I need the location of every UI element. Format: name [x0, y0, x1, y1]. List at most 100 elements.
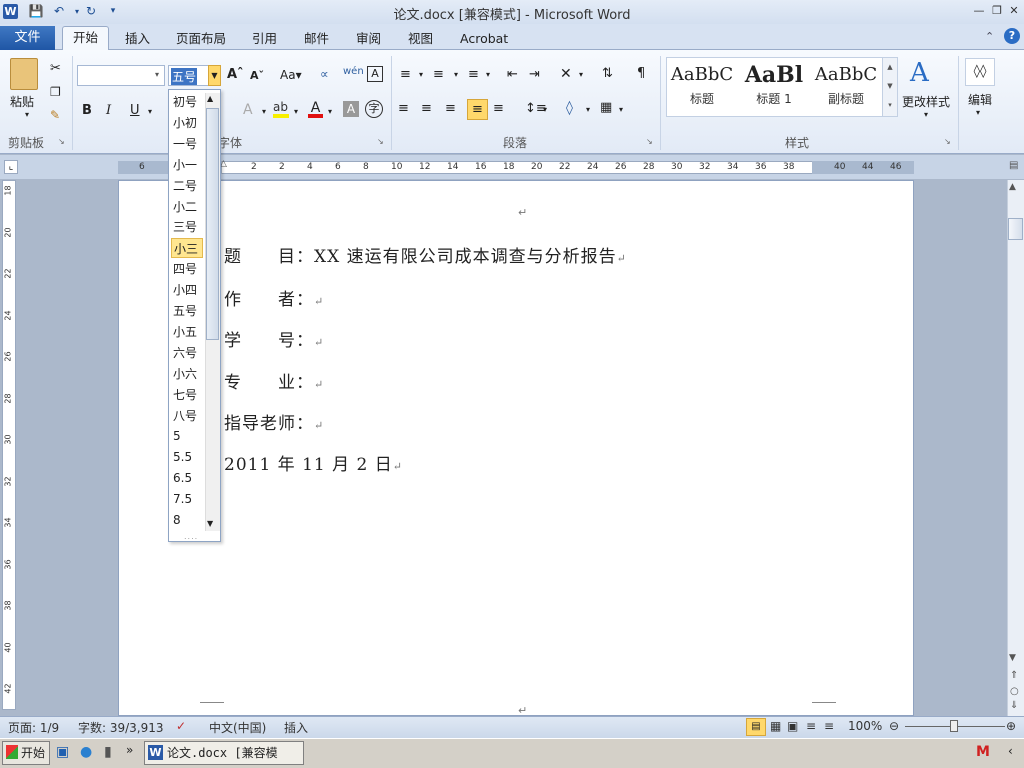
font-color-icon[interactable]: A — [308, 100, 323, 118]
insert-mode[interactable]: 插入 — [284, 719, 308, 736]
draft-view-icon[interactable]: ≡ — [824, 719, 834, 733]
numbering-icon[interactable]: ≡ — [433, 67, 444, 82]
vertical-ruler[interactable] — [2, 180, 16, 710]
quicklaunch-more-icon[interactable]: » — [126, 743, 133, 757]
change-styles-button[interactable]: 更改样式 — [902, 93, 950, 110]
style-subtitle[interactable]: AaBbC 副标题 — [810, 60, 882, 112]
font-size-option[interactable]: 8 — [171, 510, 203, 530]
shrink-font-icon[interactable]: Aˇ — [250, 69, 264, 82]
dropdown-scroll-down-icon[interactable]: ▼ — [207, 519, 213, 528]
numbering-dropdown-icon[interactable]: ▾ — [454, 70, 458, 79]
styles-launcher-icon[interactable]: ↘ — [944, 137, 951, 146]
tab-mailings[interactable]: 邮件 — [294, 29, 339, 50]
tray-expand-icon[interactable]: ‹ — [1008, 744, 1013, 758]
font-size-option[interactable]: 5 — [171, 426, 203, 446]
font-size-option[interactable]: 初号 — [171, 92, 203, 112]
dropdown-resize-grip[interactable]: .... — [184, 532, 198, 541]
align-center-icon[interactable]: ≡ — [421, 101, 432, 116]
multilevel-list-icon[interactable]: ≡ — [468, 67, 479, 82]
print-layout-view-icon[interactable]: ▤ — [746, 718, 766, 736]
sort-icon[interactable]: ⇅ — [602, 66, 613, 81]
align-right-icon[interactable]: ≡ — [445, 101, 456, 116]
italic-button[interactable]: I — [106, 103, 111, 118]
font-size-option[interactable]: 小初 — [171, 113, 203, 133]
font-size-option[interactable]: 六号 — [171, 343, 203, 363]
doc-line-advisor[interactable]: 指导老师：↵ — [224, 409, 324, 434]
internet-explorer-icon[interactable]: ● — [80, 744, 92, 760]
font-size-option[interactable]: 五号 — [171, 301, 203, 321]
doc-line-author[interactable]: 作 者：↵ — [224, 285, 324, 310]
font-size-option[interactable]: 七号 — [171, 385, 203, 405]
doc-line-date[interactable]: 2011 年 11 月 2 日↵ — [224, 450, 403, 475]
increase-indent-icon[interactable]: ⇥ — [529, 67, 540, 82]
web-layout-icon[interactable]: ▣ — [787, 719, 798, 733]
clear-format-icon[interactable]: ∝ — [320, 67, 329, 81]
quicklaunch-app-icon[interactable]: ▮ — [104, 744, 112, 760]
distributed-icon[interactable]: ≡ — [493, 101, 504, 116]
align-left-icon[interactable]: ≡ — [398, 101, 409, 116]
font-color-dropdown-icon[interactable]: ▾ — [328, 107, 332, 116]
font-launcher-icon[interactable]: ↘ — [377, 137, 384, 146]
style-heading1[interactable]: AaBl 标题 1 — [738, 60, 810, 112]
horizontal-ruler[interactable] — [118, 161, 914, 174]
font-size-option[interactable]: 四号 — [171, 259, 203, 279]
tab-file[interactable]: 文件 — [0, 26, 55, 50]
dropdown-scroll-thumb[interactable] — [206, 108, 219, 340]
phonetic-guide-icon[interactable]: wén — [343, 66, 364, 77]
styles-scroll[interactable]: ▲ ▼ ▾ — [882, 58, 897, 116]
font-size-option[interactable]: 5.5 — [171, 447, 203, 467]
font-size-option[interactable]: 二号 — [171, 176, 203, 196]
text-effects-icon[interactable]: A — [243, 102, 253, 118]
paste-dropdown-icon[interactable]: ▾ — [25, 110, 29, 119]
shading-dropdown-icon[interactable]: ▾ — [586, 105, 590, 114]
page-count[interactable]: 页面: 1/9 — [8, 719, 59, 736]
doc-line-title[interactable]: 题 目：XX 速运有限公司成本调查与分析报告↵ — [224, 242, 627, 267]
clipboard-launcher-icon[interactable]: ↘ — [58, 137, 65, 146]
tab-review[interactable]: 审阅 — [346, 29, 391, 50]
highlight-icon[interactable]: ab — [273, 100, 289, 118]
cut-icon[interactable]: ✂ — [50, 61, 61, 76]
font-size-option[interactable]: 7.5 — [171, 489, 203, 509]
paragraph-launcher-icon[interactable]: ↘ — [646, 137, 653, 146]
minimize-ribbon-icon[interactable]: ⌃ — [985, 30, 994, 43]
indent-marker[interactable]: △ — [220, 159, 228, 175]
scroll-thumb[interactable] — [1008, 218, 1023, 240]
language-indicator[interactable]: 中文(中国) — [209, 719, 266, 736]
tab-view[interactable]: 视图 — [398, 29, 443, 50]
bullets-dropdown-icon[interactable]: ▾ — [419, 70, 423, 79]
minimize-icon[interactable]: — — [971, 3, 987, 19]
find-binoculars-icon[interactable]: ◊◊ — [965, 58, 995, 86]
zoom-out-icon[interactable]: ⊖ — [889, 719, 899, 733]
font-name-input[interactable] — [77, 65, 165, 86]
character-shading-icon[interactable]: A — [343, 101, 359, 117]
tab-selector-icon[interactable]: ⌞ — [4, 160, 18, 174]
full-screen-reading-icon[interactable]: ▦ — [770, 719, 781, 733]
change-case-icon[interactable]: Aa▾ — [280, 68, 302, 82]
bullets-icon[interactable]: ≡ — [400, 67, 411, 82]
grow-font-icon[interactable]: Aˆ — [227, 67, 244, 82]
close-icon[interactable]: ✕ — [1006, 3, 1022, 19]
previous-page-icon[interactable]: ⇑ — [1010, 670, 1018, 681]
word-count[interactable]: 字数: 39/3,913 — [78, 719, 164, 736]
show-desktop-icon[interactable]: ▣ — [56, 744, 69, 760]
scroll-up-icon[interactable]: ▲ — [1009, 182, 1016, 192]
doc-line-student-id[interactable]: 学 号：↵ — [224, 326, 324, 351]
font-size-option[interactable]: 小三 — [171, 238, 203, 259]
format-painter-icon[interactable]: ✎ — [50, 108, 60, 122]
show-marks-icon[interactable]: ¶ — [637, 66, 645, 81]
editing-button[interactable]: 编辑 — [968, 91, 992, 108]
borders-dropdown-icon[interactable]: ▾ — [619, 105, 623, 114]
font-size-option[interactable]: 小四 — [171, 280, 203, 300]
paste-button[interactable]: 粘贴 — [10, 93, 34, 110]
change-styles-dropdown-icon[interactable]: ▾ — [924, 110, 928, 119]
next-page-icon[interactable]: ⇓ — [1010, 700, 1018, 711]
chinese-layout-dropdown-icon[interactable]: ▾ — [579, 70, 583, 79]
font-size-option[interactable]: 小一 — [171, 155, 203, 175]
style-heading[interactable]: AaBbC 标题 — [666, 60, 738, 112]
tab-references[interactable]: 引用 — [242, 29, 287, 50]
font-size-dropdown-icon[interactable]: ▼ — [208, 65, 221, 86]
character-border-icon[interactable]: A — [367, 66, 383, 82]
proofing-icon[interactable]: ✓ — [176, 719, 186, 733]
paste-icon[interactable] — [10, 58, 38, 90]
tab-insert[interactable]: 插入 — [115, 29, 160, 50]
